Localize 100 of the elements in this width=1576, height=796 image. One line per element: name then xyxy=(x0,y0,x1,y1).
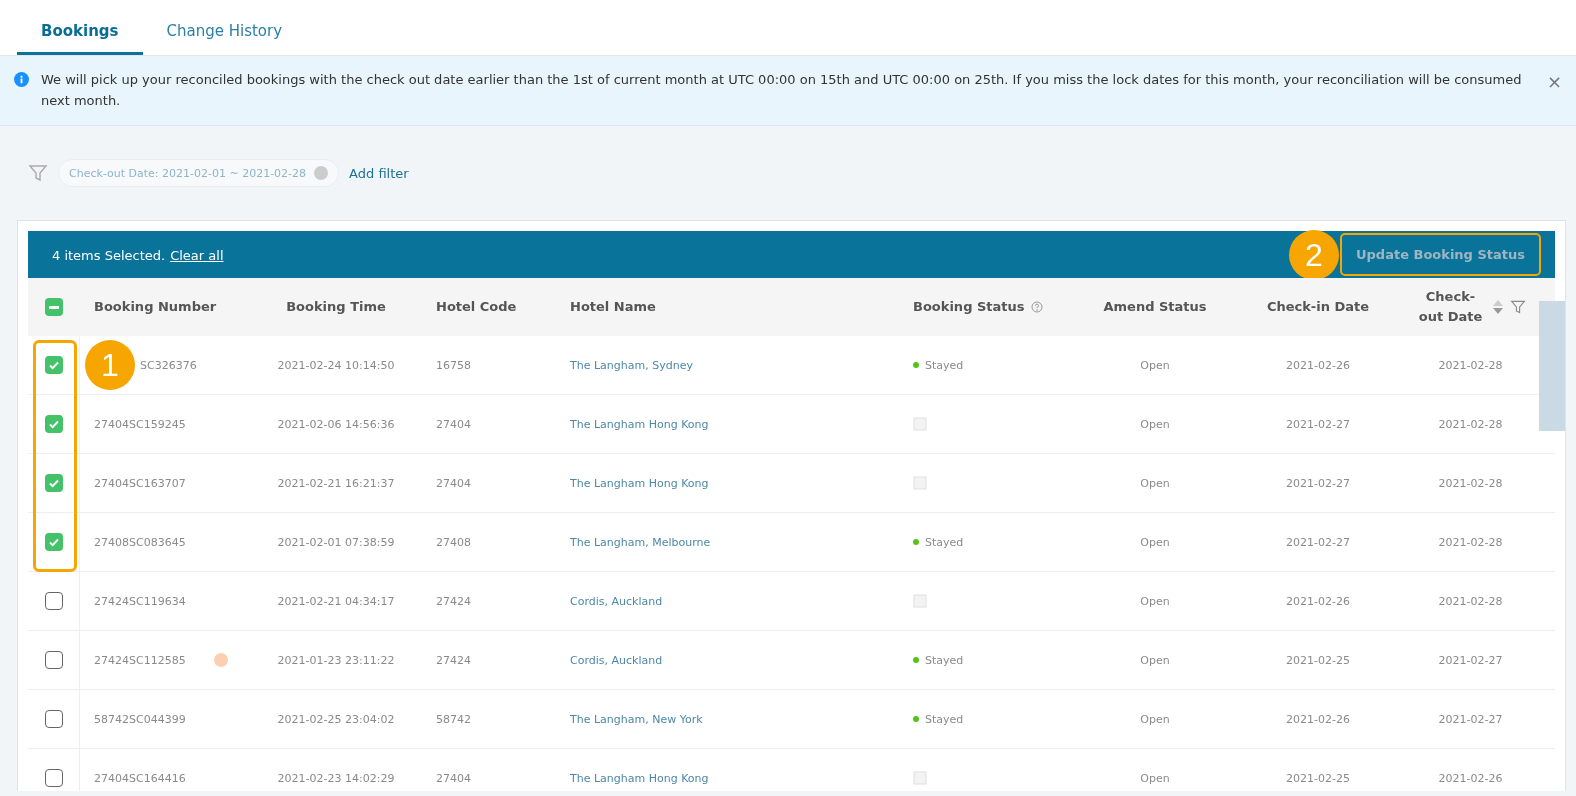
filter-icon[interactable] xyxy=(1509,299,1526,315)
table-cell: Open xyxy=(1140,476,1170,490)
status-text: Stayed xyxy=(925,653,964,667)
table-cell: Open xyxy=(1140,771,1170,785)
filter-chip[interactable]: Check-out Date: 2021-02-01 ~ 2021-02-28 xyxy=(58,159,340,187)
add-filter-link[interactable]: Add filter xyxy=(349,165,409,181)
status-text: Stayed xyxy=(925,535,964,549)
status-text: Stayed xyxy=(925,358,964,372)
column-header: Booking Time xyxy=(286,298,386,316)
table-cell: 58742SC044399 xyxy=(94,712,186,726)
table-cell: 58742 xyxy=(436,712,471,726)
table-cell: 2021-02-25 23:04:02 xyxy=(277,712,395,726)
hotel-link[interactable]: Cordis, Auckland xyxy=(570,653,663,667)
table-cell: 2021-02-28 xyxy=(1438,417,1503,431)
table-cell: 2021-02-25 xyxy=(1286,653,1350,667)
notice-text: We will pick up your reconciled bookings with the check out date earlier than the 1st of current month at UTC 00:00 on 15th and UTC 00:00 on 25th. If you miss the lock dates for this month, your reconciliation will be consumed next month. xyxy=(41,71,1523,110)
checkbox[interactable] xyxy=(44,356,63,374)
checkbox[interactable] xyxy=(44,533,63,551)
check-icon xyxy=(47,536,60,548)
table-cell: Open xyxy=(1140,594,1170,608)
column-header: Booking Status xyxy=(913,298,1025,316)
table-cell: 27404 xyxy=(436,771,471,785)
sort-icon[interactable] xyxy=(1491,298,1504,316)
table-cell: 2021-02-23 14:02:29 xyxy=(277,771,395,785)
table-cell: 27404 xyxy=(436,476,471,490)
column-header: Hotel Name xyxy=(570,298,656,316)
selection-count: 4 items Selected. xyxy=(52,248,166,263)
table-cell: 2021-02-21 16:21:37 xyxy=(277,476,395,490)
table-cell: 27424SC112585 xyxy=(94,653,186,667)
table-cell: 2021-02-26 xyxy=(1286,712,1350,726)
update-status-button[interactable]: Update Booking Status xyxy=(1340,233,1541,276)
table-cell: 2021-02-28 xyxy=(1438,535,1503,549)
column-header: Hotel Code xyxy=(436,298,517,316)
table-cell: 2021-02-26 xyxy=(1286,358,1350,372)
check-icon xyxy=(47,477,60,489)
table-cell: Open xyxy=(1140,653,1170,667)
column-header: Check-out Date xyxy=(1417,288,1484,326)
table-cell: 2021-02-27 xyxy=(1438,712,1503,726)
table-cell: 2021-02-28 xyxy=(1438,358,1503,372)
table-cell: 2021-02-06 14:56:36 xyxy=(277,417,395,431)
hotel-link[interactable]: The Langham Hong Kong xyxy=(570,417,709,431)
checkbox[interactable] xyxy=(44,474,63,492)
checkbox[interactable] xyxy=(44,651,63,669)
tab[interactable]: Change History xyxy=(142,22,307,55)
status-text: Stayed xyxy=(925,712,964,726)
table-cell: 2021-02-27 xyxy=(1286,476,1350,490)
column-header: Booking Number xyxy=(94,298,217,316)
column-header: Check-in Date xyxy=(1266,298,1370,316)
column-header: Amend Status xyxy=(1103,298,1207,316)
hotel-link[interactable]: The Langham Hong Kong xyxy=(570,476,709,490)
checkbox[interactable] xyxy=(44,415,63,433)
hotel-link[interactable]: The Langham Hong Kong xyxy=(570,771,709,785)
table-cell: 27424 xyxy=(436,653,471,667)
table-cell: 27424 xyxy=(436,594,471,608)
hotel-link[interactable]: The Langham, Melbourne xyxy=(570,535,711,549)
checkbox[interactable] xyxy=(44,710,63,728)
step-badge: 2 xyxy=(1289,230,1339,280)
filter-icon xyxy=(28,163,48,183)
table-cell: 2021-02-21 04:34:17 xyxy=(277,594,395,608)
table-cell: 2021-01-23 23:11:22 xyxy=(277,653,395,667)
table-cell: 27404 xyxy=(436,417,471,431)
close-button[interactable]: × xyxy=(1546,73,1562,91)
table-cell: Open xyxy=(1140,417,1170,431)
table-cell: 2021-02-26 xyxy=(1286,594,1350,608)
empty-status-icon xyxy=(913,594,927,608)
table-cell: 2021-02-26 xyxy=(1438,771,1503,785)
empty-status-icon xyxy=(913,417,927,431)
check-icon xyxy=(47,418,60,430)
checkbox[interactable] xyxy=(44,592,63,610)
checkbox[interactable] xyxy=(45,298,63,316)
table-cell: SC326376 xyxy=(140,358,197,372)
table-cell: 27404SC163707 xyxy=(94,476,186,490)
table-cell: 2021-02-28 xyxy=(1438,476,1503,490)
table-cell: 27404SC159245 xyxy=(94,417,186,431)
table-cell: 2021-02-01 07:38:59 xyxy=(277,535,395,549)
empty-status-icon xyxy=(913,771,927,785)
table-cell: 2021-02-27 xyxy=(1438,653,1503,667)
empty-status-icon xyxy=(913,476,927,490)
table-cell: 2021-02-27 xyxy=(1286,535,1350,549)
checkbox[interactable] xyxy=(44,769,63,787)
table-cell: Open xyxy=(1140,712,1170,726)
hotel-link[interactable]: The Langham, Sydney xyxy=(570,358,693,372)
table-cell: 2021-02-25 xyxy=(1286,771,1350,785)
table-cell: 2021-02-24 10:14:50 xyxy=(277,358,395,372)
table-cell: 16758 xyxy=(436,358,471,372)
table-cell: Open xyxy=(1140,535,1170,549)
table-cell: 27408 xyxy=(436,535,471,549)
hotel-link[interactable]: The Langham, New York xyxy=(570,712,703,726)
table-cell: 27404SC164416 xyxy=(94,771,186,785)
table-cell: 2021-02-27 xyxy=(1286,417,1350,431)
minus-icon xyxy=(49,305,59,309)
table-cell: 27424SC119634 xyxy=(94,594,186,608)
table-cell: 27408SC083645 xyxy=(94,535,186,549)
table-cell: Open xyxy=(1140,358,1170,372)
clear-all-link[interactable]: Clear all xyxy=(170,248,224,263)
step-badge: 1 xyxy=(85,340,135,390)
hotel-link[interactable]: Cordis, Auckland xyxy=(570,594,663,608)
check-icon xyxy=(47,359,60,371)
info-icon xyxy=(14,72,29,87)
table-cell: 2021-02-28 xyxy=(1438,594,1503,608)
